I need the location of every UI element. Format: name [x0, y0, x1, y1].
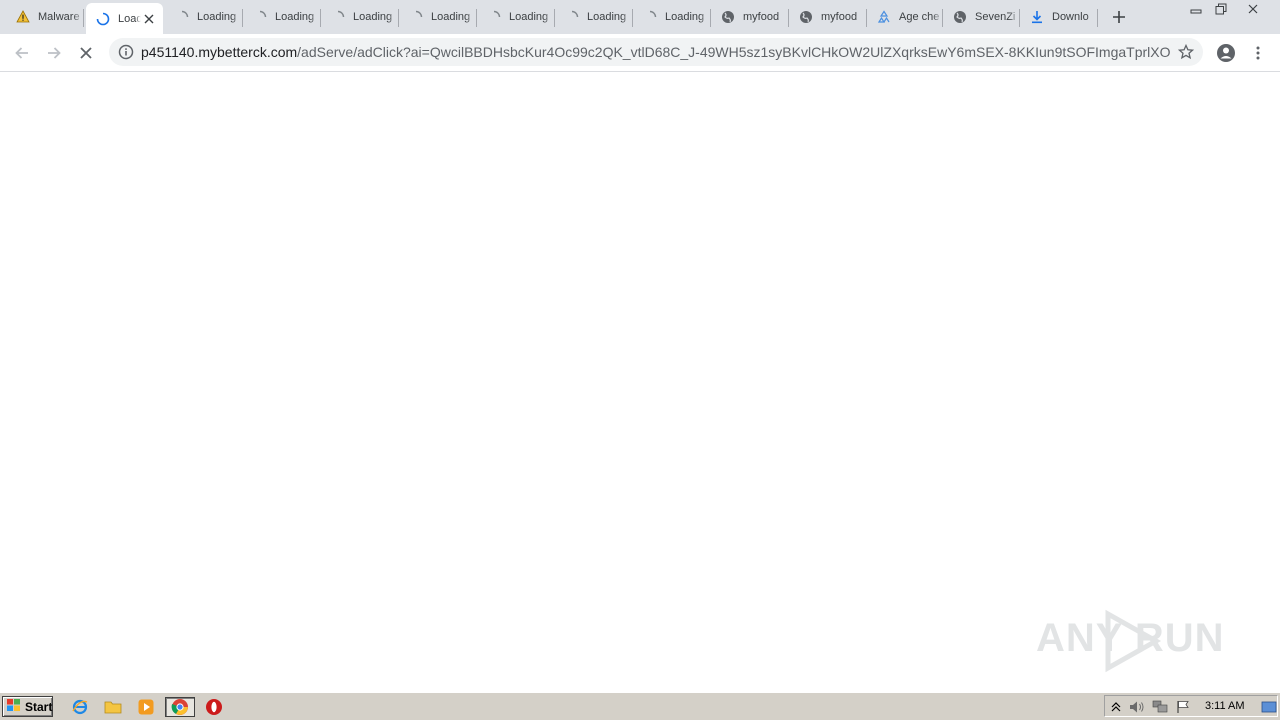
opera-icon[interactable] — [203, 697, 225, 717]
globe-icon — [953, 10, 967, 24]
bookmark-star-icon[interactable] — [1177, 43, 1195, 61]
account-icon — [1217, 44, 1235, 62]
minimize-button[interactable] — [1183, 0, 1209, 18]
recycle-icon — [877, 10, 891, 24]
browser-toolbar: p451140.mybetterck.com/adServe/adClick?a… — [0, 34, 1280, 72]
globe-icon — [799, 10, 813, 24]
explorer-folder-icon[interactable] — [102, 697, 124, 717]
new-tab-button[interactable] — [1108, 6, 1130, 28]
plus-icon — [1113, 11, 1125, 23]
tab-title: Loading — [353, 11, 393, 23]
spinner-icon — [253, 10, 267, 24]
stop-icon — [80, 47, 92, 59]
tab-age-check[interactable]: Age che — [867, 4, 943, 30]
tab-loading-active[interactable]: Loading — [86, 3, 163, 34]
tab-title: Loading — [665, 11, 705, 23]
tab-download[interactable]: Downlo — [1020, 4, 1098, 30]
watermark-text: ANY RUN — [1036, 616, 1225, 660]
tab-myfood[interactable]: myfood — [789, 4, 867, 30]
kebab-menu-icon — [1256, 46, 1260, 60]
spinner-icon — [409, 10, 423, 24]
tab-title: Loading — [275, 11, 315, 23]
warning-icon — [16, 10, 30, 24]
url-text[interactable]: p451140.mybetterck.com/adServe/adClick?a… — [141, 44, 1171, 60]
close-window-button[interactable] — [1240, 0, 1266, 18]
start-label: Start — [25, 699, 53, 714]
page-content — [0, 72, 1280, 692]
chrome-taskbar-button[interactable] — [165, 697, 195, 717]
tab-title: myfood — [821, 11, 858, 23]
profile-button[interactable] — [1213, 40, 1239, 66]
tab-myfood[interactable]: myfood — [711, 4, 789, 30]
close-tab-icon[interactable] — [141, 11, 157, 27]
tab-title: Loading — [509, 11, 549, 23]
globe-icon — [721, 10, 735, 24]
tab-malware[interactable]: Malware — [6, 4, 84, 30]
tab-strip: Malware Loading Loading Loading Loading — [0, 0, 1280, 34]
system-tray: 3:11 AM — [1104, 695, 1278, 717]
spinner-icon — [96, 12, 110, 26]
menu-button[interactable] — [1245, 40, 1271, 66]
start-button[interactable]: Start — [2, 696, 53, 717]
spinner-icon — [487, 10, 501, 24]
media-player-icon[interactable] — [135, 697, 157, 717]
show-hidden-icons-icon[interactable] — [1108, 699, 1124, 715]
tab-loading[interactable]: Loading — [165, 4, 243, 30]
tab-title: Age che — [899, 11, 940, 23]
volume-icon[interactable] — [1129, 699, 1145, 715]
spinner-icon — [643, 10, 657, 24]
windows-logo-icon — [6, 698, 22, 715]
ie-icon[interactable] — [69, 697, 91, 717]
download-icon — [1030, 10, 1044, 24]
tab-title: Loading — [118, 12, 141, 25]
tab-title: Downlo — [1052, 11, 1089, 23]
back-arrow-icon — [15, 47, 28, 59]
tab-loading[interactable]: Loading — [321, 4, 399, 30]
restore-icon — [1215, 3, 1227, 15]
tab-title: Loading — [197, 11, 237, 23]
anyrun-watermark: ANY RUN — [1036, 606, 1236, 676]
network-icon[interactable] — [1152, 699, 1168, 715]
address-bar[interactable]: p451140.mybetterck.com/adServe/adClick?a… — [109, 38, 1203, 66]
tab-title: Loading — [587, 11, 627, 23]
spinner-icon — [565, 10, 579, 24]
restore-button[interactable] — [1208, 0, 1234, 18]
url-host: p451140.mybetterck.com — [141, 44, 298, 60]
windows-taskbar: Start 3:11 AM — [0, 692, 1280, 720]
forward-button[interactable] — [41, 40, 67, 66]
tab-loading[interactable]: Loading — [477, 4, 555, 30]
tab-loading[interactable]: Loading — [555, 4, 633, 30]
tab-title: Loading — [431, 11, 471, 23]
clock[interactable]: 3:11 AM — [1205, 700, 1245, 712]
tab-loading[interactable]: Loading — [399, 4, 477, 30]
spinner-icon — [175, 10, 189, 24]
tab-separator — [83, 9, 84, 27]
close-icon — [1248, 4, 1258, 14]
tab-separator — [1097, 9, 1098, 27]
site-info-icon[interactable] — [118, 44, 134, 60]
stop-loading-button[interactable] — [73, 40, 99, 66]
tab-sevenzip[interactable]: SevenZi — [943, 4, 1020, 30]
tab-loading[interactable]: Loading — [243, 4, 321, 30]
minimize-icon — [1190, 9, 1202, 14]
tab-title: SevenZi — [975, 11, 1016, 23]
tab-title: Malware — [38, 11, 80, 23]
chrome-icon — [171, 699, 188, 715]
tab-loading[interactable]: Loading — [633, 4, 711, 30]
back-button[interactable] — [9, 40, 35, 66]
spinner-icon — [331, 10, 345, 24]
tab-title: myfood — [743, 11, 780, 23]
action-center-flag-icon[interactable] — [1175, 699, 1191, 715]
url-path: /adServe/adClick?ai=QwcilBBDHsbcKur4Oc99… — [297, 44, 1171, 60]
forward-arrow-icon — [48, 47, 61, 59]
show-desktop-icon[interactable] — [1261, 699, 1277, 715]
